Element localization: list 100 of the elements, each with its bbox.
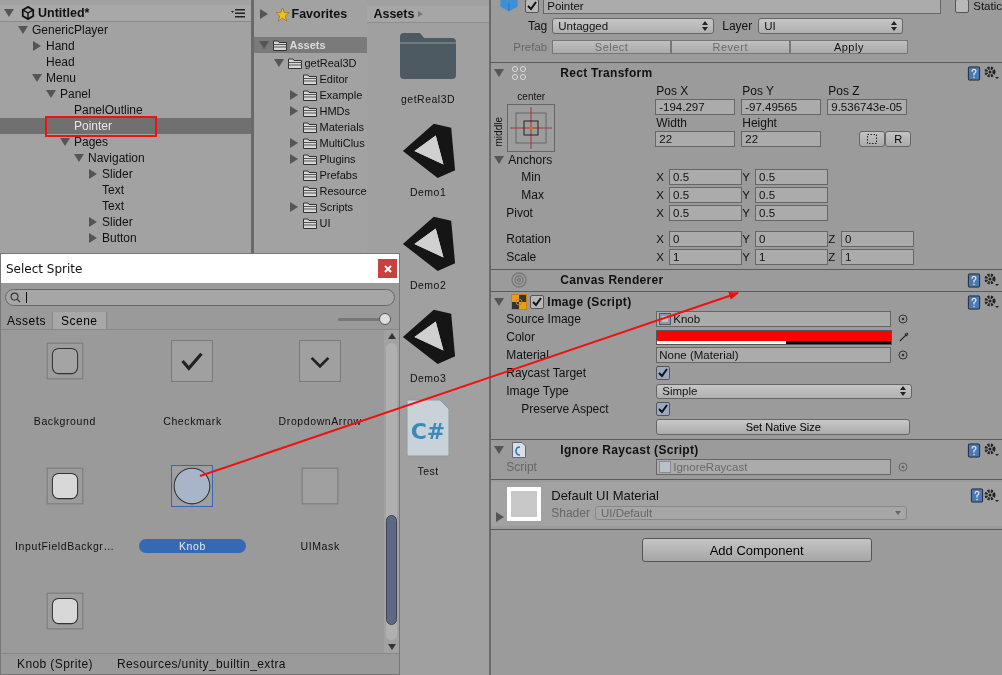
number-field[interactable]: 0: [755, 231, 829, 247]
checkbox[interactable]: [656, 402, 671, 416]
folder-item[interactable]: Plugins: [253, 151, 367, 167]
scrollbar[interactable]: [384, 330, 399, 653]
gear-icon[interactable]: [984, 295, 1000, 309]
number-field[interactable]: 0.5: [669, 187, 743, 203]
number-field[interactable]: -97.49565: [741, 99, 822, 115]
folder-item[interactable]: Scripts: [253, 199, 367, 215]
help-icon[interactable]: [967, 442, 981, 458]
tab[interactable]: Scene: [52, 312, 107, 329]
sprite-thumbnail[interactable]: [299, 340, 342, 382]
target-icon[interactable]: [898, 314, 909, 324]
expand-arrow-icon[interactable]: [4, 9, 14, 17]
blueprint-button[interactable]: [859, 131, 886, 147]
folder-item[interactable]: Editor: [253, 71, 367, 87]
layer-dropdown[interactable]: UI: [758, 18, 904, 34]
tree-item[interactable]: GenericPlayer: [0, 22, 251, 38]
expand-arrow-icon[interactable]: [60, 138, 70, 146]
tree-item[interactable]: PanelOutline: [0, 102, 251, 118]
favorites-label[interactable]: Favorites: [291, 7, 348, 21]
sprite-name[interactable]: Background: [21, 414, 108, 428]
folder-item[interactable]: getReal3D: [253, 55, 367, 71]
tree-item[interactable]: Slider: [0, 214, 251, 230]
menu-icon[interactable]: [231, 8, 245, 18]
tree-item[interactable]: Hand: [0, 38, 251, 54]
gear-icon[interactable]: [984, 488, 1000, 503]
gear-icon[interactable]: [984, 443, 1000, 457]
object-field[interactable]: None (Material): [656, 347, 892, 363]
number-field[interactable]: 0: [669, 231, 743, 247]
expand-arrow-icon[interactable]: [494, 69, 505, 77]
checkbox[interactable]: [530, 295, 545, 309]
number-field[interactable]: 0.5: [669, 169, 743, 185]
scrollbar-thumb[interactable]: [386, 515, 397, 626]
tag-dropdown[interactable]: Untagged: [552, 18, 715, 34]
set-native-size-button[interactable]: Set Native Size: [656, 419, 911, 435]
folder-item[interactable]: UI: [253, 215, 367, 231]
target-icon[interactable]: [898, 350, 909, 360]
gear-icon[interactable]: [984, 273, 1000, 287]
name-field[interactable]: Pointer: [543, 0, 942, 14]
slider-thumb[interactable]: [379, 313, 391, 325]
expand-arrow-icon[interactable]: [74, 154, 84, 162]
folder-item[interactable]: Prefabs: [253, 167, 367, 183]
number-field[interactable]: 9.536743e-05: [827, 99, 908, 115]
tree-item[interactable]: Slider: [0, 166, 251, 182]
tree-item[interactable]: Menu: [0, 70, 251, 86]
expand-arrow-icon[interactable]: [259, 9, 268, 19]
asset-label[interactable]: getReal3D: [401, 93, 456, 107]
expand-arrow-icon[interactable]: [89, 169, 97, 179]
sprite-name[interactable]: InputFieldBackgr…: [3, 539, 127, 553]
folder-item[interactable]: HMDs: [253, 103, 367, 119]
image-type-dropdown[interactable]: Simple: [656, 383, 913, 399]
folder-item[interactable]: Materials: [253, 119, 367, 135]
up-arrow-icon[interactable]: [387, 333, 396, 339]
help-icon[interactable]: [967, 65, 981, 81]
down-arrow-icon[interactable]: [387, 644, 396, 650]
expand-arrow-icon[interactable]: [89, 217, 97, 227]
help-icon[interactable]: [967, 294, 981, 310]
expand-arrow-icon[interactable]: [89, 233, 97, 243]
number-field[interactable]: 22: [741, 131, 822, 147]
tree-item[interactable]: Head: [0, 54, 251, 70]
sprite-thumbnail[interactable]: [171, 340, 214, 382]
tree-item[interactable]: Text: [0, 182, 251, 198]
number-field[interactable]: 0.5: [755, 187, 829, 203]
sprite-thumbnail[interactable]: [171, 465, 214, 507]
sprite-name[interactable]: UIMask: [288, 539, 352, 553]
number-field[interactable]: -194.297: [655, 99, 736, 115]
close-button[interactable]: [378, 259, 397, 278]
tree-item[interactable]: Button: [0, 230, 251, 246]
prefab-button[interactable]: Apply: [789, 40, 909, 54]
expand-arrow-icon[interactable]: [32, 74, 42, 82]
eyedropper-icon[interactable]: [899, 332, 910, 342]
asset-label[interactable]: Demo2: [409, 279, 447, 293]
expand-arrow-icon[interactable]: [494, 156, 505, 164]
folder-item[interactable]: MultiClus: [253, 135, 367, 151]
color-field[interactable]: [656, 329, 893, 345]
tree-item[interactable]: Pages: [0, 134, 251, 150]
number-field[interactable]: 0: [841, 231, 915, 247]
checkbox[interactable]: [955, 0, 970, 13]
checkbox[interactable]: [525, 0, 540, 13]
sprite-name[interactable]: Knob: [139, 539, 246, 553]
tree-item[interactable]: Panel: [0, 86, 251, 102]
folder-item[interactable]: Resource: [253, 183, 367, 199]
number-field[interactable]: 0.5: [669, 205, 743, 221]
asset-label[interactable]: Demo3: [409, 372, 447, 386]
number-field[interactable]: 0.5: [755, 169, 829, 185]
expand-arrow-icon[interactable]: [18, 26, 28, 34]
tree-item[interactable]: Text: [0, 198, 251, 214]
object-field[interactable]: Knob: [656, 311, 892, 327]
expand-arrow-icon[interactable]: [46, 90, 56, 98]
expand-arrow-icon[interactable]: [494, 446, 505, 454]
asset-label[interactable]: Demo1: [409, 186, 447, 200]
number-field[interactable]: 1: [841, 249, 915, 265]
tree-item[interactable]: Navigation: [0, 150, 251, 166]
number-field[interactable]: 1: [669, 249, 743, 265]
add-component-button[interactable]: Add Component: [641, 538, 872, 562]
search-field[interactable]: [5, 289, 395, 306]
sprite-thumbnail[interactable]: [299, 465, 342, 507]
number-field[interactable]: 1: [755, 249, 829, 265]
gear-icon[interactable]: [984, 66, 1000, 80]
folder-item[interactable]: Example: [253, 87, 367, 103]
